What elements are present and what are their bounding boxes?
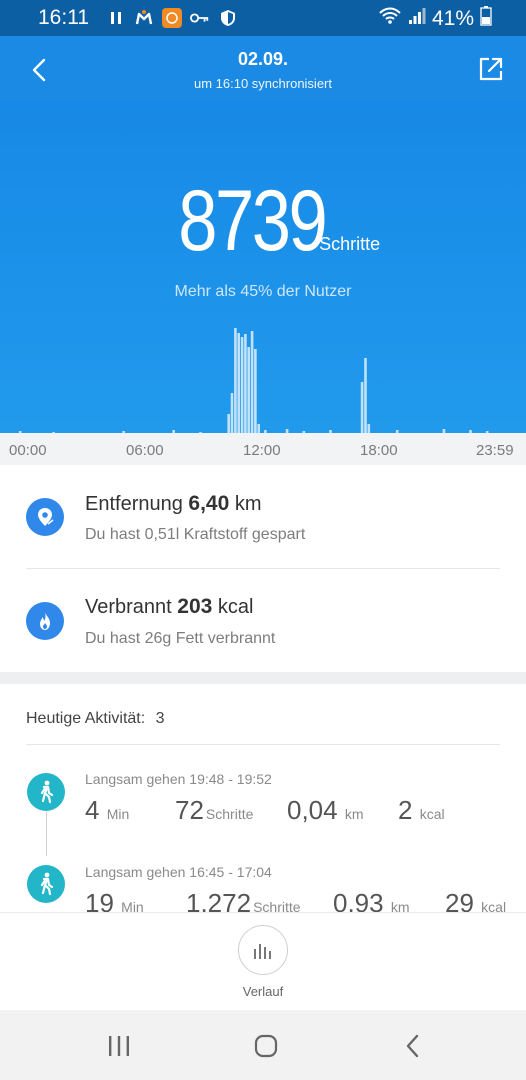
calories-value: 203 <box>177 595 213 618</box>
walking-person-icon <box>27 773 65 811</box>
tick-label: 00:00 <box>9 442 47 459</box>
tick-label: 12:00 <box>243 442 281 459</box>
activity-distance-unit: km <box>390 899 410 912</box>
activity-duration-unit: Min <box>106 806 130 822</box>
calories-row[interactable]: Verbrannt 203 kcal Du hast 26g Fett verb… <box>0 569 526 669</box>
activities-heading: Heutige Aktivität: 3 <box>26 710 165 728</box>
status-time: 16:11 <box>38 6 89 29</box>
activity-kcal: 29 <box>445 888 474 912</box>
chart-bar <box>364 358 367 433</box>
calories-title: Verbrannt 203 kcal <box>85 595 253 619</box>
distance-row[interactable]: Entfernung 6,40 km Du hast 0,51l Kraftst… <box>0 465 526 565</box>
chart-bar <box>254 349 257 433</box>
calories-subtext: Du hast 26g Fett verbrannt <box>85 630 276 647</box>
activity-distance: 0,93 <box>333 888 384 912</box>
tick-label: 23:59 <box>476 442 514 459</box>
battery-icon <box>480 6 492 31</box>
chart-bar <box>250 331 254 433</box>
back-icon <box>406 1034 419 1058</box>
activity-duration: 19 <box>85 888 114 912</box>
chart-time-axis: 00:00 06:00 12:00 18:00 23:59 <box>0 433 526 465</box>
activity-kcal-unit: kcal <box>419 806 445 822</box>
battery-percent: 41% <box>431 6 474 30</box>
steps-unit: Schritte <box>319 234 381 254</box>
chart-bar <box>244 334 247 433</box>
activity-duration: 4 <box>85 795 100 825</box>
activity-item[interactable]: Langsam gehen 19:48 - 19:52 4 Min 72 Schr… <box>0 764 526 864</box>
distance-subtext: Du hast 0,51l Kraftstoff gespart <box>85 526 306 543</box>
sync-status: um 16:10 synchronisiert <box>193 76 332 91</box>
key-icon <box>190 8 210 28</box>
distance-label: Entfernung <box>85 493 183 515</box>
tick-label: 18:00 <box>360 442 398 459</box>
chart-bar <box>237 333 240 433</box>
bar-chart-icon <box>254 944 271 959</box>
calories-label: Verbrannt <box>85 596 172 618</box>
steps-hero: 8739Schritte Mehr als 45% der Nutzer <box>0 102 526 433</box>
calories-unit: kcal <box>217 596 254 618</box>
share-button[interactable] <box>476 54 506 84</box>
activity-title: Langsam gehen 19:48 - 19:52 <box>85 771 272 787</box>
steps-summary: 8739Schritte <box>0 172 526 271</box>
chart-bar <box>367 424 371 433</box>
distance-value: 6,40 <box>188 492 230 515</box>
activity-item[interactable]: Langsam gehen 16:45 - 17:04 19 Min 1.272… <box>0 864 526 912</box>
daily-summary: Entfernung 6,40 km Du hast 0,51l Kraftst… <box>0 465 526 672</box>
app-header: 02.09. um 16:10 synchronisiert <box>0 36 526 102</box>
chart-bar <box>360 382 364 433</box>
signal-icon <box>408 7 426 30</box>
chart-bar <box>257 424 260 433</box>
activity-steps: 1.272 <box>186 888 252 912</box>
activities-section: Heutige Aktivität: 3 Langsam gehen 19:48… <box>0 684 526 912</box>
chart-bar <box>247 347 250 433</box>
page-title-date: 02.09. <box>237 49 289 69</box>
section-separator <box>0 672 526 684</box>
chart-bar <box>227 414 230 433</box>
history-button[interactable] <box>238 925 288 975</box>
app-orange-icon <box>162 8 182 28</box>
activities-heading-label: Heutige Aktivität: <box>26 710 146 727</box>
distance-title: Entfernung 6,40 km <box>85 492 262 516</box>
system-status-icons: 41% <box>378 6 492 31</box>
activity-kcal: 2 <box>398 795 413 825</box>
mi-fit-icon <box>134 8 154 28</box>
activity-title: Langsam gehen 16:45 - 17:04 <box>85 864 272 880</box>
bottom-action-bar: Verlauf <box>0 912 526 1010</box>
activity-distance: 0,04 <box>287 795 338 825</box>
history-label: Verlauf <box>242 984 284 999</box>
activity-kcal-unit: kcal <box>481 899 507 912</box>
chart-bar <box>234 328 237 433</box>
system-nav-bar <box>0 1010 526 1080</box>
flame-icon <box>26 602 64 640</box>
divider <box>26 744 500 745</box>
status-bar: 16:11 41% <box>0 0 526 36</box>
chart-bar <box>240 337 244 433</box>
tick-label: 06:00 <box>126 442 164 459</box>
wifi-icon <box>378 7 402 30</box>
home-button[interactable] <box>246 1030 286 1062</box>
share-icon <box>479 57 503 81</box>
activity-steps: 72 <box>175 795 204 825</box>
notification-icons <box>106 8 238 28</box>
pause-icon <box>106 8 126 28</box>
recent-apps-icon <box>109 1036 129 1056</box>
recent-apps-button[interactable] <box>99 1030 139 1062</box>
chart-bar <box>230 393 234 433</box>
activity-steps-unit: Schritte <box>205 806 254 822</box>
walking-person-icon <box>27 865 65 903</box>
activity-steps-unit: Schritte <box>253 899 301 912</box>
distance-unit: km <box>234 493 262 515</box>
activity-duration-unit: Min <box>121 899 144 912</box>
activity-distance-unit: km <box>344 806 364 822</box>
activities-count: 3 <box>155 710 165 727</box>
steps-count: 8739 <box>178 173 328 269</box>
home-icon <box>254 1034 278 1058</box>
shield-icon <box>218 8 238 28</box>
location-pin-icon <box>26 498 64 536</box>
nav-back-button[interactable] <box>393 1030 433 1062</box>
steps-comparison: Mehr als 45% der Nutzer <box>174 283 352 300</box>
